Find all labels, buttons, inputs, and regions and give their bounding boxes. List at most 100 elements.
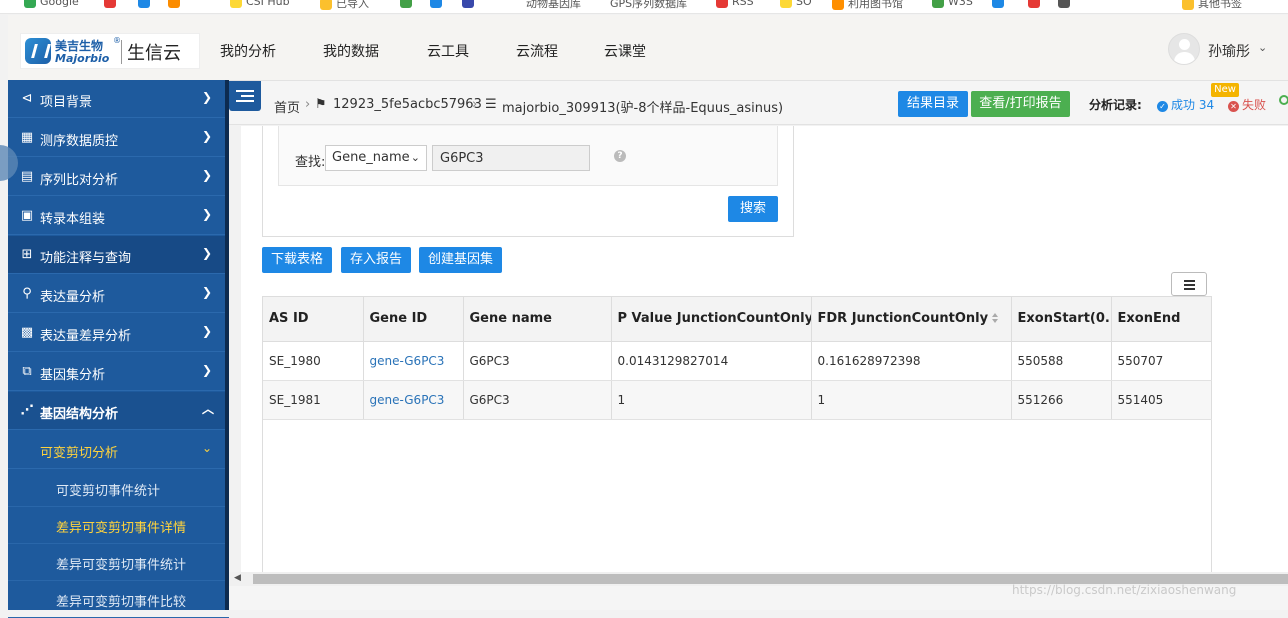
sidebar-sub-event-stats[interactable]: 可变剪切事件统计 [8,470,229,507]
bookmark-folder-other[interactable]: 其他书签 [1182,0,1242,10]
col-gene-name[interactable]: Gene name [463,297,612,342]
chevron-down-icon: ❯ [202,90,213,104]
bookmark-w3s[interactable]: W3S [932,0,973,9]
help-icon[interactable]: ? [614,150,626,162]
col-exon-end[interactable]: ExonEnd [1111,297,1212,342]
list-icon: ☰ [485,97,497,112]
view-report-button[interactable]: 查看/打印报告 [971,91,1070,117]
sidebar-item-alignment[interactable]: ▤ 序列比对分析 ❯ [8,158,229,196]
cell-as-id: SE_1980 [263,341,364,381]
download-table-button[interactable]: 下载表格 [262,247,332,273]
search-button[interactable]: 搜索 [728,196,778,222]
bookmark-so[interactable]: SO [780,0,812,9]
logo-en: Majorbio [55,52,110,65]
bookmark-icon-green[interactable] [400,0,416,9]
avatar[interactable] [1168,33,1200,65]
bookmark-icon-navy[interactable] [462,0,478,9]
sitemap-icon: ⊲ [21,91,33,106]
column-menu-button[interactable] [1171,272,1207,296]
x-circle-icon: ✕ [1228,101,1239,112]
col-label: Gene name [469,311,552,327]
bookmark-icon-red[interactable] [104,0,120,9]
sidebar-item-diff-expression[interactable]: ▩ 表达量差异分析 ❯ [8,314,229,352]
bookmark-animal-db[interactable]: 动物基因库 [526,0,581,10]
bookmark-icon-gray[interactable] [1058,0,1074,9]
results-dir-button[interactable]: 结果目录 [898,91,968,117]
user-name[interactable]: 孙瑜彤 [1208,41,1250,61]
col-label: AS ID [269,311,309,327]
sidebar-item-assembly[interactable]: ▣ 转录本组装 ❯ [8,197,229,235]
cell-p-value: 0.0143129827014 [611,341,812,381]
breadcrumb-home[interactable]: 首页 [274,97,300,116]
cell-gene-name: G6PC3 [463,380,612,420]
sidebar: ⊲ 项目背景 ❯ ▦ 测序数据质控 ❯ ▤ 序列比对分析 ❯ ▣ 转录本组装 ❯… [8,80,229,618]
col-as-id[interactable]: AS ID [263,297,364,342]
sidebar-item-label: 功能注释与查询 [40,251,132,266]
bookmark-google[interactable]: Google [24,0,79,9]
chevron-down-icon: ❯ [202,129,213,143]
chevron-down-icon: ❯ [202,246,213,260]
majorbio-logo-icon [25,38,51,64]
gene-id-link[interactable]: gene-G6PC3 [370,393,445,407]
logo[interactable]: 美吉生物 ® Majorbio 生信云 [20,33,200,69]
menu-my-data[interactable]: 我的数据 [323,41,379,61]
query-icon: ⊞ [21,247,33,262]
sidebar-item-label: 表达量差异分析 [40,329,132,344]
sidebar-toggle-button[interactable] [229,81,261,111]
menu-cloud-tools[interactable]: 云工具 [427,41,469,61]
records-success-text: 成功 [1171,98,1196,112]
bookmark-csi[interactable]: CSI Hub [230,0,290,9]
menu-cloud-classroom[interactable]: 云课堂 [604,41,646,61]
menu-cloud-pipeline[interactable]: 云流程 [516,41,558,61]
sidebar-group-label: 可变剪切分析 [40,446,119,461]
records-success[interactable]: ✓ 成功 34 [1157,96,1214,113]
scroll-left-icon[interactable]: ◀ [234,573,241,583]
sidebar-item-label: 测序数据质控 [40,134,119,149]
sidebar-item-gene-structure[interactable]: ⋰ 基因结构分析 ︿ [8,392,229,430]
col-gene-id[interactable]: Gene ID [363,297,464,342]
search-field-select[interactable]: Gene_name ⌄ [325,145,427,171]
chevron-up-icon: ︿ [202,402,215,416]
bookmark-icon-blue2[interactable] [430,0,446,9]
menu-my-analysis[interactable]: 我的分析 [220,41,276,61]
cell-fdr: 0.161628972398 [811,341,1012,381]
bookmark-icon-blue[interactable] [138,0,154,9]
bookmark-icon-blue3[interactable] [992,0,1008,9]
chevron-down-icon: ❯ [202,207,213,221]
sidebar-item-project-background[interactable]: ⊲ 项目背景 ❯ [8,80,229,118]
bookmark-label: RSS [732,0,754,8]
sidebar-item-annotation[interactable]: ⊞ 功能注释与查询 ❯ [8,236,229,274]
breadcrumb-project[interactable]: 12923_5fe5acbc57963 [333,97,482,112]
search-input[interactable]: G6PC3 [432,145,590,171]
status-circle-icon[interactable] [1279,95,1288,105]
bookmark-library[interactable]: 利用图书馆 [832,0,903,10]
chevron-down-icon[interactable]: ⌄ [1258,41,1267,54]
col-exon-start[interactable]: ExonStart(0... [1011,297,1112,342]
sort-icon[interactable] [992,313,999,324]
col-p-value[interactable]: P Value JunctionCountOnly [611,297,812,342]
save-to-report-button[interactable]: 存入报告 [341,247,411,273]
bookmark-icon-orange[interactable] [168,0,184,9]
sidebar-scrollbar[interactable] [225,80,229,610]
records-fail[interactable]: ✕ 失败 [1228,96,1266,113]
search-icon: ⚲ [22,286,32,301]
create-geneset-button[interactable]: 创建基因集 [419,247,502,273]
breadcrumb-task[interactable]: majorbio_309913(驴-8个样品-Equus_asinus) [502,97,783,116]
cell-exon-start: 550588 [1011,341,1112,381]
bookmark-imported[interactable]: 已导入 [320,0,369,10]
sidebar-item-geneset[interactable]: ⧉ 基因集分析 ❯ [8,353,229,391]
bookmark-rss[interactable]: RSS [716,0,754,9]
sidebar-sub-diff-event-detail[interactable]: 差异可变剪切事件详情 [8,507,229,544]
sidebar-item-expression[interactable]: ⚲ 表达量分析 ❯ [8,275,229,313]
col-label: ExonStart(0... [1017,311,1111,327]
list-icon: ▤ [20,169,34,184]
sidebar-sub-diff-event-compare[interactable]: 差异可变剪切事件比较 [8,581,229,618]
col-fdr[interactable]: FDR JunctionCountOnly [811,297,1012,342]
cell-exon-start: 551266 [1011,380,1112,420]
sidebar-sub-diff-event-stats[interactable]: 差异可变剪切事件统计 [8,544,229,581]
sidebar-group-alt-splicing[interactable]: 可变剪切分析 ⌄ [8,431,229,469]
sidebar-item-qc[interactable]: ▦ 测序数据质控 ❯ [8,119,229,157]
gene-id-link[interactable]: gene-G6PC3 [370,354,445,368]
bookmark-gps[interactable]: GPS序列数据库 [610,0,687,10]
bookmark-icon-red2[interactable] [1028,0,1044,9]
